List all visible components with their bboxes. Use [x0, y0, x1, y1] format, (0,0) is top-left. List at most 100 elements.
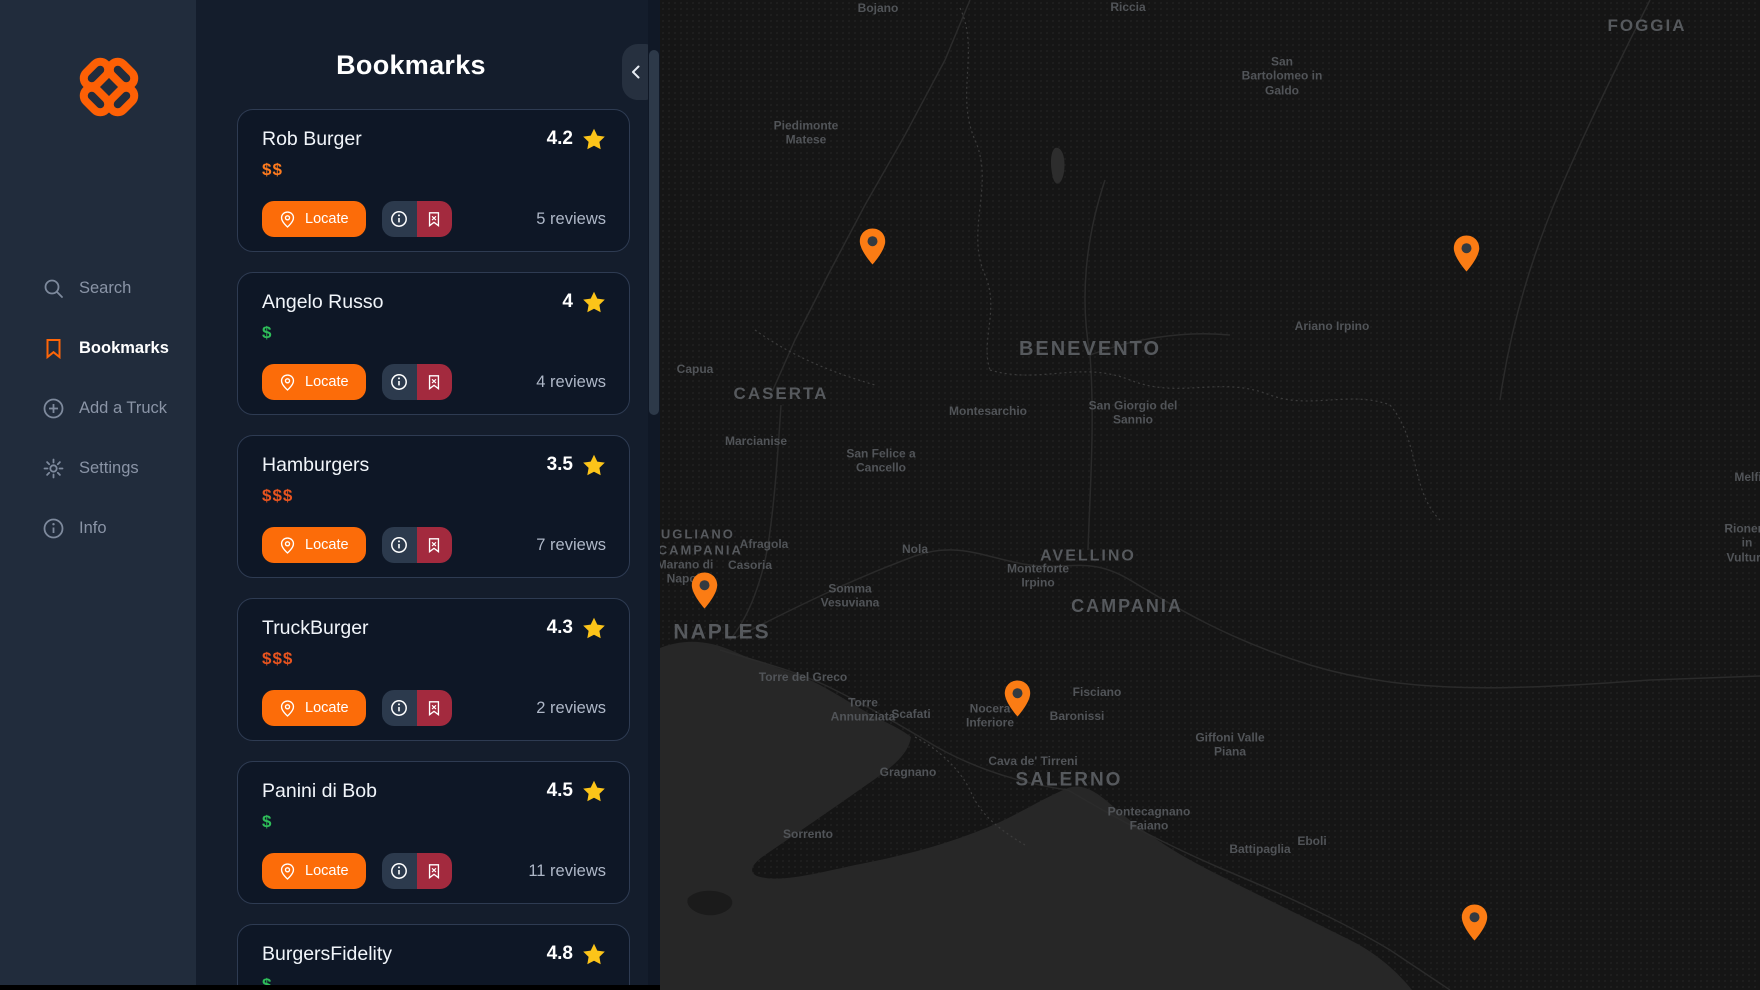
- sidebar-item-add-truck[interactable]: Add a Truck: [0, 388, 196, 428]
- price-level: $: [262, 812, 606, 832]
- search-icon: [42, 277, 65, 300]
- sidebar-item-label: Search: [79, 279, 131, 298]
- locate-button[interactable]: Locate: [262, 201, 366, 237]
- truck-name: Panini di Bob: [262, 780, 377, 803]
- info-button[interactable]: [382, 201, 417, 237]
- sidebar-item-info[interactable]: Info: [0, 508, 196, 548]
- bookmark-list: Rob Burger 4.2 $$: [237, 109, 630, 990]
- info-button[interactable]: [382, 364, 417, 400]
- truck-name: TruckBurger: [262, 617, 369, 640]
- info-icon: [390, 862, 408, 880]
- locate-button[interactable]: Locate: [262, 690, 366, 726]
- logo-petal: [101, 79, 143, 121]
- rating-value: 4: [562, 291, 573, 313]
- location-pin-icon: [279, 374, 296, 391]
- gear-icon: [42, 457, 65, 480]
- locate-button[interactable]: Locate: [262, 364, 366, 400]
- bookmark-remove-icon: [426, 700, 442, 716]
- locate-label: Locate: [305, 211, 349, 227]
- rating-value: 4.8: [547, 943, 573, 965]
- map-pin[interactable]: [691, 572, 718, 609]
- reviews-count: 2 reviews: [536, 699, 606, 718]
- sidebar-item-bookmarks[interactable]: Bookmarks: [0, 328, 196, 368]
- bookmark-card: Rob Burger 4.2 $$: [237, 109, 630, 252]
- truck-name: BurgersFidelity: [262, 943, 392, 966]
- collapse-panel-button[interactable]: [622, 44, 650, 100]
- remove-bookmark-button[interactable]: [417, 527, 452, 563]
- info-button[interactable]: [382, 853, 417, 889]
- map-canvas[interactable]: BojanoRicciaFOGGIASan Bartolomeo in Gald…: [660, 0, 1760, 990]
- location-pin-icon: [279, 211, 296, 228]
- location-pin-icon: [279, 863, 296, 880]
- locate-label: Locate: [305, 863, 349, 879]
- reviews-count: 11 reviews: [528, 862, 606, 881]
- sidebar-item-label: Add a Truck: [79, 399, 167, 418]
- bookmark-remove-icon: [426, 374, 442, 390]
- remove-bookmark-button[interactable]: [417, 690, 452, 726]
- star-icon: [582, 127, 606, 151]
- location-pin-icon: [279, 537, 296, 554]
- sidebar: Search Bookmarks Add a Truck: [0, 0, 196, 990]
- map-pin-icon: [1004, 680, 1031, 717]
- bookmark-remove-icon: [426, 863, 442, 879]
- bookmark-card: Panini di Bob 4.5 $: [237, 761, 630, 904]
- bookmark-remove-icon: [426, 211, 442, 227]
- card-action-pill: [382, 690, 452, 726]
- bookmark-icon: [42, 337, 65, 360]
- rating: 3.5: [547, 453, 606, 477]
- sidebar-item-label: Bookmarks: [79, 339, 169, 358]
- app-window: BojanoRicciaFOGGIASan Bartolomeo in Gald…: [0, 0, 1760, 990]
- sidebar-item-search[interactable]: Search: [0, 268, 196, 308]
- rating-value: 4.5: [547, 780, 573, 802]
- rating: 4.2: [547, 127, 606, 151]
- map-pin[interactable]: [1453, 235, 1480, 272]
- remove-bookmark-button[interactable]: [417, 853, 452, 889]
- price-level: $: [262, 323, 606, 343]
- rating-value: 4.3: [547, 617, 573, 639]
- panel-scrollbar[interactable]: [648, 0, 660, 990]
- map-pin[interactable]: [1004, 680, 1031, 717]
- price-level: $$: [262, 160, 606, 180]
- info-button[interactable]: [382, 527, 417, 563]
- reviews-count: 7 reviews: [536, 536, 606, 555]
- locate-button[interactable]: Locate: [262, 853, 366, 889]
- map-pin-icon: [859, 228, 886, 265]
- star-icon: [582, 942, 606, 966]
- rating: 4.5: [547, 779, 606, 803]
- rating: 4.3: [547, 616, 606, 640]
- bookmark-remove-icon: [426, 537, 442, 553]
- card-action-pill: [382, 364, 452, 400]
- bookmarks-panel: Bookmarks Rob Burger 4.2: [196, 0, 660, 990]
- sidebar-item-label: Info: [79, 519, 107, 538]
- truck-name: Angelo Russo: [262, 291, 383, 314]
- sea-region: [660, 642, 1412, 990]
- star-icon: [582, 779, 606, 803]
- card-action-pill: [382, 527, 452, 563]
- locate-button[interactable]: Locate: [262, 527, 366, 563]
- locate-label: Locate: [305, 700, 349, 716]
- info-button[interactable]: [382, 690, 417, 726]
- truck-name: Hamburgers: [262, 454, 369, 477]
- map-pin[interactable]: [1461, 904, 1488, 941]
- sidebar-item-label: Settings: [79, 459, 139, 478]
- map-pin-icon: [1453, 235, 1480, 272]
- lake: [1051, 148, 1065, 184]
- reviews-count: 4 reviews: [536, 373, 606, 392]
- star-icon: [582, 290, 606, 314]
- map-pin[interactable]: [859, 228, 886, 265]
- info-circle-icon: [42, 517, 65, 540]
- panel-title: Bookmarks: [196, 50, 626, 81]
- remove-bookmark-button[interactable]: [417, 201, 452, 237]
- price-level: $$$: [262, 649, 606, 669]
- panel-scrollbar-thumb[interactable]: [649, 50, 659, 415]
- star-icon: [582, 453, 606, 477]
- plus-circle-icon: [42, 397, 65, 420]
- remove-bookmark-button[interactable]: [417, 364, 452, 400]
- bookmark-card: BurgersFidelity 4.8 $: [237, 924, 630, 990]
- sidebar-item-settings[interactable]: Settings: [0, 448, 196, 488]
- rating: 4.8: [547, 942, 606, 966]
- bookmark-card: Hamburgers 3.5 $$$: [237, 435, 630, 578]
- location-pin-icon: [279, 700, 296, 717]
- rating-value: 3.5: [547, 454, 573, 476]
- rating: 4: [562, 290, 606, 314]
